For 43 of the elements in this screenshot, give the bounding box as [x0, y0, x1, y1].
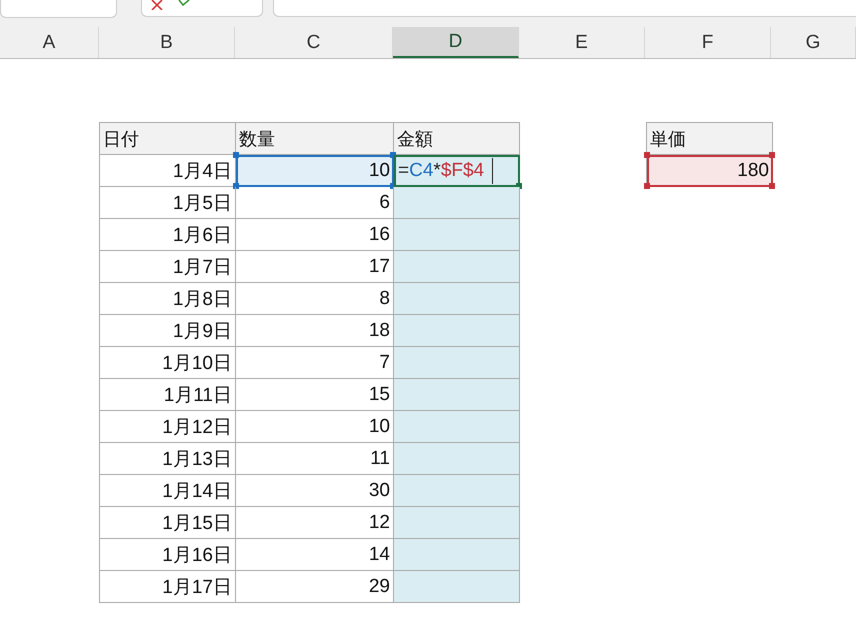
- column-header[interactable]: G: [771, 27, 856, 58]
- header-cell: 単価: [647, 123, 773, 155]
- date-cell: 1月12日: [100, 411, 236, 443]
- header-cell: 数量: [236, 123, 394, 155]
- amount-cell[interactable]: [394, 507, 520, 539]
- amount-cell[interactable]: [394, 315, 520, 347]
- amount-cell[interactable]: [394, 379, 520, 411]
- column-header[interactable]: A: [0, 27, 99, 58]
- date-cell: 1月14日: [100, 475, 236, 507]
- date-cell: 1月10日: [100, 347, 236, 379]
- amount-cell[interactable]: [394, 251, 520, 283]
- date-cell: 1月13日: [100, 443, 236, 475]
- date-cell: 1月15日: [100, 507, 236, 539]
- date-cell: 1月17日: [100, 571, 236, 603]
- formula-field[interactable]: [273, 0, 856, 17]
- amount-cell[interactable]: [394, 283, 520, 315]
- column-header[interactable]: B: [99, 27, 235, 58]
- date-cell: 1月5日: [100, 187, 236, 219]
- date-cell: 1月11日: [100, 379, 236, 411]
- column-header[interactable]: E: [519, 27, 645, 58]
- date-cell: 1月8日: [100, 283, 236, 315]
- close-icon[interactable]: [150, 0, 164, 10]
- header-cell: 日付: [100, 123, 236, 155]
- amount-cell[interactable]: [394, 475, 520, 507]
- price-cell: 180: [647, 155, 773, 187]
- amount-cell[interactable]: [394, 347, 520, 379]
- amount-cell[interactable]: [394, 187, 520, 219]
- amount-cell[interactable]: [394, 571, 520, 603]
- column-header[interactable]: F: [645, 27, 771, 58]
- date-cell: 1月6日: [100, 219, 236, 251]
- date-cell: 1月7日: [100, 251, 236, 283]
- amount-cell[interactable]: =C4*$F$4: [394, 155, 520, 187]
- check-icon[interactable]: [178, 0, 190, 6]
- date-cell: 1月9日: [100, 315, 236, 347]
- name-box[interactable]: [0, 0, 117, 18]
- amount-cell[interactable]: [394, 443, 520, 475]
- column-header[interactable]: D: [393, 27, 519, 58]
- header-cell: 金額: [394, 123, 520, 155]
- amount-cell[interactable]: [394, 219, 520, 251]
- quantity-cell: 10: [236, 155, 394, 187]
- date-cell: 1月16日: [100, 539, 236, 571]
- amount-cell[interactable]: [394, 411, 520, 443]
- amount-cell[interactable]: [394, 539, 520, 571]
